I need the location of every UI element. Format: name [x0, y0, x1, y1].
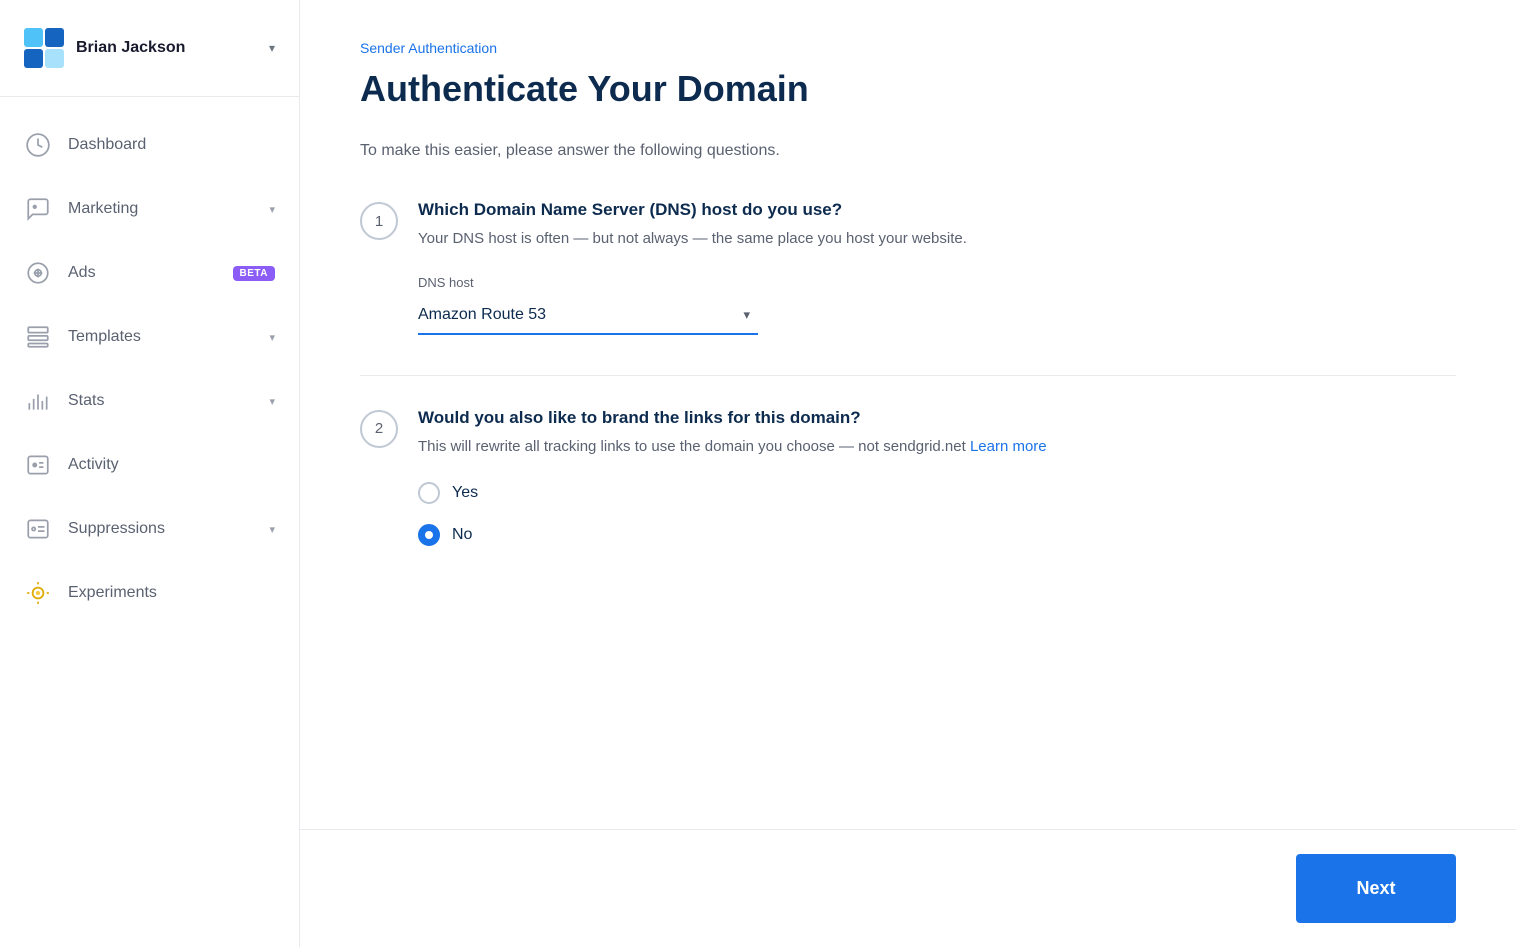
question-2-content: Would you also like to brand the links f…	[418, 408, 1456, 547]
stats-icon	[24, 387, 52, 415]
stats-chevron-icon: ▾	[269, 395, 275, 408]
sidebar-item-suppressions[interactable]: Suppressions ▾	[0, 497, 299, 561]
page-title: Authenticate Your Domain	[360, 68, 1456, 110]
question-1-title: Which Domain Name Server (DNS) host do y…	[418, 200, 1456, 220]
question-2-desc-text: This will rewrite all tracking links to …	[418, 438, 966, 455]
sidebar-item-templates[interactable]: Templates ▾	[0, 305, 299, 369]
question-1-block: 1 Which Domain Name Server (DNS) host do…	[360, 200, 1456, 335]
ads-icon	[24, 259, 52, 287]
suppressions-chevron-icon: ▾	[269, 523, 275, 536]
brand-logo	[24, 28, 64, 68]
question-1-number: 1	[360, 202, 398, 240]
dns-host-select[interactable]: Amazon Route 53 Cloudflare GoDaddy Namec…	[418, 296, 758, 335]
dashboard-label: Dashboard	[68, 136, 275, 154]
question-2-desc: This will rewrite all tracking links to …	[418, 436, 1456, 459]
marketing-icon	[24, 195, 52, 223]
templates-label: Templates	[68, 328, 253, 346]
marketing-chevron-icon: ▾	[269, 203, 275, 216]
account-chevron-icon: ▾	[269, 41, 275, 55]
next-button[interactable]: Next	[1296, 854, 1456, 923]
username-label: Brian Jackson	[76, 39, 257, 57]
page-subtitle: To make this easier, please answer the f…	[360, 142, 1456, 160]
stats-label: Stats	[68, 392, 253, 410]
templates-chevron-icon: ▾	[269, 331, 275, 344]
sidebar-item-activity[interactable]: Activity	[0, 433, 299, 497]
dashboard-icon	[24, 131, 52, 159]
radio-yes-label: Yes	[452, 484, 478, 502]
brand-links-radio-group: Yes No	[418, 482, 1456, 546]
question-2-title: Would you also like to brand the links f…	[418, 408, 1456, 428]
main-content: Sender Authentication Authenticate Your …	[300, 0, 1516, 829]
dns-field-label: DNS host	[418, 275, 1456, 290]
sidebar-nav: Dashboard Marketing ▾ Ads	[0, 97, 299, 947]
activity-icon	[24, 451, 52, 479]
radio-no-circle	[418, 524, 440, 546]
templates-icon	[24, 323, 52, 351]
sidebar-item-experiments[interactable]: Experiments	[0, 561, 299, 625]
radio-no-label: No	[452, 526, 472, 544]
breadcrumb: Sender Authentication	[360, 40, 1456, 56]
activity-label: Activity	[68, 456, 275, 474]
question-1-content: Which Domain Name Server (DNS) host do y…	[418, 200, 1456, 335]
sidebar-item-stats[interactable]: Stats ▾	[0, 369, 299, 433]
question-2-block: 2 Would you also like to brand the links…	[360, 408, 1456, 547]
sidebar-item-ads[interactable]: Ads BETA	[0, 241, 299, 305]
question-1-desc: Your DNS host is often — but not always …	[418, 228, 1456, 251]
section-divider	[360, 375, 1456, 376]
experiments-label: Experiments	[68, 584, 275, 602]
sidebar-item-marketing[interactable]: Marketing ▾	[0, 177, 299, 241]
sidebar-item-dashboard[interactable]: Dashboard	[0, 113, 299, 177]
suppressions-icon	[24, 515, 52, 543]
main-content-area: Sender Authentication Authenticate Your …	[300, 0, 1516, 947]
marketing-label: Marketing	[68, 200, 253, 218]
ads-label: Ads	[68, 264, 213, 282]
radio-yes-circle	[418, 482, 440, 504]
dns-select-wrapper: Amazon Route 53 Cloudflare GoDaddy Namec…	[418, 296, 758, 335]
question-2-number: 2	[360, 410, 398, 448]
learn-more-link[interactable]: Learn more	[970, 438, 1047, 455]
sidebar: Brian Jackson ▾ Dashboard Marketing	[0, 0, 300, 947]
radio-no[interactable]: No	[418, 524, 1456, 546]
suppressions-label: Suppressions	[68, 520, 253, 538]
experiments-icon	[24, 579, 52, 607]
ads-beta-badge: BETA	[233, 266, 275, 281]
main-footer: Next	[300, 829, 1516, 947]
radio-yes[interactable]: Yes	[418, 482, 1456, 504]
sidebar-header[interactable]: Brian Jackson ▾	[0, 0, 299, 97]
